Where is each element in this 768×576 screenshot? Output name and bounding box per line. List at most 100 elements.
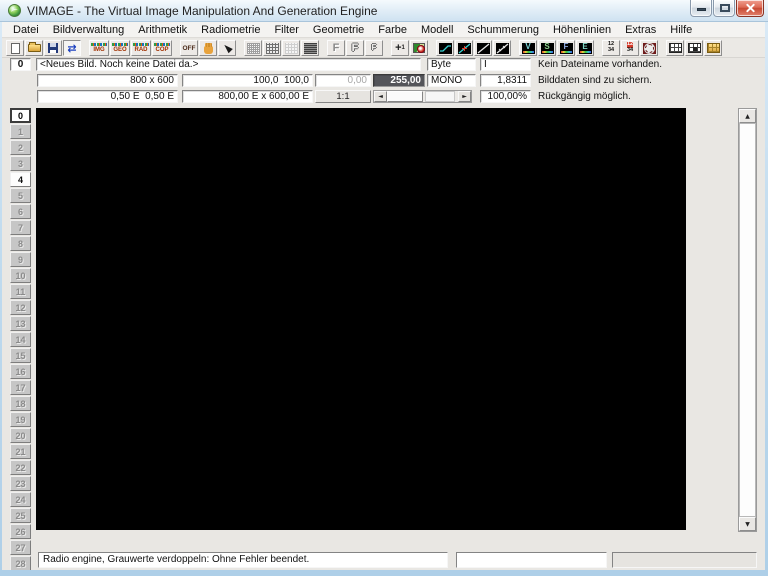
image-title-field[interactable]: <Neues Bild. Noch keine Datei da.> — [36, 58, 421, 71]
image-slot-2[interactable]: 2 — [10, 140, 31, 155]
color-image-button[interactable] — [410, 40, 428, 56]
new-image-button[interactable] — [6, 40, 24, 56]
image-slot-26[interactable]: 26 — [10, 524, 31, 539]
raster-faint-button[interactable] — [282, 40, 300, 56]
table-folder-button[interactable] — [704, 40, 722, 56]
image-slot-10[interactable]: 10 — [10, 268, 31, 283]
image-slot-4[interactable]: 4 — [10, 172, 31, 187]
lut-linear-button[interactable] — [474, 40, 492, 56]
raster-pattern-button[interactable] — [263, 40, 281, 56]
menu-item-extras[interactable]: Extras — [618, 23, 663, 37]
raster-dense-button[interactable] — [301, 40, 319, 56]
lut-marks-button[interactable] — [493, 40, 511, 56]
image-slot-11[interactable]: 11 — [10, 284, 31, 299]
open-image-button[interactable] — [25, 40, 43, 56]
overlay-off-button[interactable]: OFF — [180, 40, 198, 56]
menu-item-filter[interactable]: Filter — [267, 23, 305, 37]
resolution-field[interactable]: 100,0 100,0 — [182, 74, 313, 87]
slot-index-field[interactable]: 0 — [10, 58, 31, 71]
scroll-down-icon[interactable]: ▼ — [739, 517, 756, 531]
title-bar[interactable]: VIMAGE - The Virtual Image Manipulation … — [0, 0, 768, 22]
image-slot-9[interactable]: 9 — [10, 252, 31, 267]
image-slot-16[interactable]: 16 — [10, 364, 31, 379]
cell-table-button[interactable] — [685, 40, 703, 56]
zoom-percent-field[interactable]: 100,00% — [480, 90, 531, 103]
min-value-field[interactable]: 0,00 — [315, 74, 371, 87]
image-slot-8[interactable]: 8 — [10, 236, 31, 251]
image-slot-25[interactable]: 25 — [10, 508, 31, 523]
process-gear-button[interactable] — [640, 40, 658, 56]
lut-cross-button[interactable] — [455, 40, 473, 56]
gamma-field[interactable]: 1,8311 — [480, 74, 531, 87]
image-slot-12[interactable]: 12 — [10, 300, 31, 315]
data-type-field[interactable]: Byte — [427, 58, 476, 71]
rad-data-button[interactable]: RAD — [131, 40, 151, 56]
image-slot-18[interactable]: 18 — [10, 396, 31, 411]
extent-field[interactable]: 800,00 E x 600,00 E — [182, 90, 313, 103]
maximize-button[interactable] — [713, 0, 735, 17]
image-slot-0[interactable]: 0 — [10, 108, 31, 123]
save-image-button[interactable] — [44, 40, 62, 56]
image-canvas[interactable] — [36, 108, 686, 530]
value-table-button[interactable]: 12 34 — [602, 40, 620, 56]
menu-item-modell[interactable]: Modell — [414, 23, 460, 37]
lut-f-button[interactable]: F — [557, 40, 575, 56]
cop-data-button[interactable]: COP — [152, 40, 172, 56]
pixel-size-field[interactable]: 0,50 E 0,50 E — [37, 90, 178, 103]
add-point-button[interactable]: +1 — [391, 40, 409, 56]
geo-data-button[interactable]: GEO — [110, 40, 130, 56]
image-slot-13[interactable]: 13 — [10, 316, 31, 331]
image-slot-19[interactable]: 19 — [10, 412, 31, 427]
image-slot-5[interactable]: 5 — [10, 188, 31, 203]
img-data-button[interactable]: IMG — [89, 40, 109, 56]
scale-1-1-button[interactable]: 1:1 — [315, 90, 371, 103]
image-slot-3[interactable]: 3 — [10, 156, 31, 171]
menu-item-bildverwaltung[interactable]: Bildverwaltung — [46, 23, 132, 37]
value-table-active-button[interactable]: 12 34 — [621, 40, 639, 56]
mode-field[interactable]: I — [480, 58, 531, 71]
zoom-scroll-right-icon[interactable]: ► — [458, 91, 471, 102]
lut-step-button[interactable] — [436, 40, 454, 56]
dimensions-field[interactable]: 800 x 600 — [37, 74, 178, 87]
menu-item-arithmetik[interactable]: Arithmetik — [131, 23, 194, 37]
zoom-scroll-track[interactable] — [425, 91, 455, 102]
image-slot-1[interactable]: 1 — [10, 124, 31, 139]
vertical-scrollbar[interactable]: ▲ ▼ — [738, 108, 757, 532]
font-solid-button[interactable]: F — [327, 40, 345, 56]
lut-s-button[interactable]: S — [538, 40, 556, 56]
zoom-scrollbar[interactable]: ◄ ► — [373, 90, 472, 103]
zoom-scroll-thumb[interactable] — [387, 91, 423, 102]
image-slot-14[interactable]: 14 — [10, 332, 31, 347]
image-slot-24[interactable]: 24 — [10, 492, 31, 507]
vertical-scroll-thumb[interactable] — [739, 123, 756, 517]
swap-exchange-button[interactable]: ⇄ — [63, 40, 81, 56]
menu-item-farbe[interactable]: Farbe — [371, 23, 414, 37]
image-slot-17[interactable]: 17 — [10, 380, 31, 395]
menu-item-hilfe[interactable]: Hilfe — [663, 23, 699, 37]
grid-table-button[interactable] — [666, 40, 684, 56]
close-button[interactable] — [736, 0, 764, 17]
menu-item-hoehenlinien[interactable]: Höhenlinien — [546, 23, 618, 37]
menu-item-datei[interactable]: Datei — [6, 23, 46, 37]
image-slot-20[interactable]: 20 — [10, 428, 31, 443]
image-slot-15[interactable]: 15 — [10, 348, 31, 363]
image-slot-7[interactable]: 7 — [10, 220, 31, 235]
pan-hand-button[interactable] — [199, 40, 217, 56]
color-mode-field[interactable]: MONO — [427, 74, 476, 87]
zoom-scroll-left-icon[interactable]: ◄ — [374, 91, 387, 102]
pointer-select-button[interactable] — [218, 40, 236, 56]
menu-item-geometrie[interactable]: Geometrie — [306, 23, 371, 37]
menu-item-radiometrie[interactable]: Radiometrie — [194, 23, 267, 37]
font-outline-button[interactable]: F — [346, 40, 364, 56]
scroll-up-icon[interactable]: ▲ — [739, 109, 756, 123]
image-slot-23[interactable]: 23 — [10, 476, 31, 491]
minimize-button[interactable] — [690, 0, 712, 17]
lut-v-button[interactable]: V — [519, 40, 537, 56]
image-slot-6[interactable]: 6 — [10, 204, 31, 219]
font-small-button[interactable]: F — [365, 40, 383, 56]
raster-dither-button[interactable] — [244, 40, 262, 56]
image-slot-22[interactable]: 22 — [10, 460, 31, 475]
lut-e-button[interactable]: E — [576, 40, 594, 56]
menu-item-schummerung[interactable]: Schummerung — [460, 23, 546, 37]
max-value-field[interactable]: 255,00 — [373, 74, 425, 87]
